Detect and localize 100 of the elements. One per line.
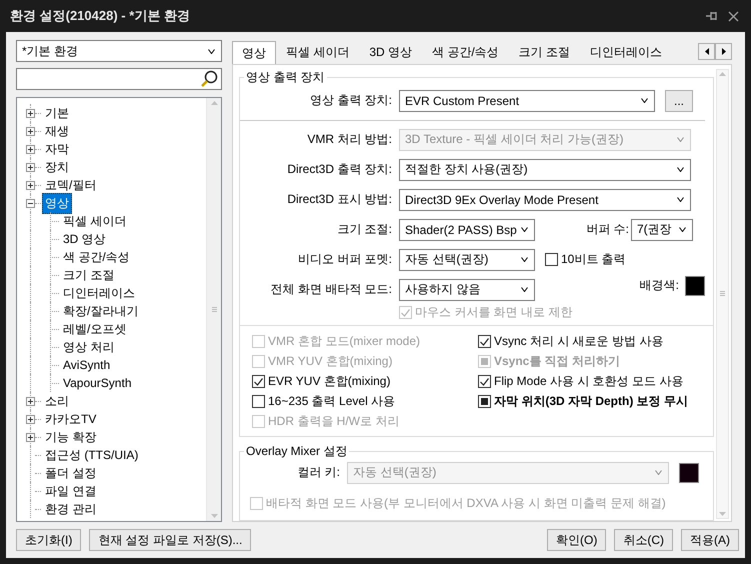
chevron-down-icon [677,197,684,202]
dropdown[interactable]: 적절한 장치 사용(권장) [399,158,691,181]
tree-item[interactable]: 3D 영상 [60,228,109,250]
tree-item[interactable]: 소리 [42,390,72,412]
expand-icon[interactable] [26,180,35,190]
checkbox-label: Flip Mode 사용 시 호환성 모드 사용 [494,373,684,390]
collapse-icon[interactable] [26,198,35,208]
more-button[interactable]: ... [665,90,693,112]
pin-icon[interactable] [706,11,718,21]
dropdown[interactable]: Shader(2 PASS) Bsp [399,218,535,241]
checkbox[interactable] [478,395,491,408]
chevron-down-icon [208,48,215,54]
dropdown[interactable]: 자동 선택(권장) [399,248,535,271]
checkbox-label: 자막 위치(3D 자막 Depth) 보정 무시 [494,393,688,410]
dialog-button[interactable]: 초기화(I) [16,529,82,551]
close-icon[interactable] [728,10,739,22]
chevron-down-icon [677,167,684,172]
checkbox-label: VMR YUV 혼합(mixing) [268,353,392,370]
tree-item[interactable]: 환경 관리 [42,498,100,520]
tree-item[interactable]: 영상 [42,192,72,214]
tree-item[interactable]: VapourSynth [60,374,134,392]
tree-item[interactable]: 기능 확장 [42,426,100,448]
tree-item[interactable]: 자막 [42,138,72,160]
tab[interactable]: 디인터레이스 [580,40,672,63]
checkbox-label: 16~235 출력 Level 사용 [268,393,396,410]
expand-icon[interactable] [26,144,35,154]
field-label: Direct3D 출력 장치: [286,161,393,178]
dropdown[interactable]: 7(권장 [631,218,693,241]
tree-item[interactable]: 재생 [42,120,72,142]
color-swatch[interactable] [679,462,699,483]
tree-item[interactable]: 디인터레이스 [60,282,138,304]
checkbox-label: 10비트 출력 [561,251,626,268]
tree-item[interactable]: 폴더 설정 [42,462,100,484]
tree-item[interactable]: 코덱/필터 [42,174,100,196]
tree-item[interactable]: 장치 [42,156,72,178]
expand-icon[interactable] [26,414,35,424]
chevron-down-icon [521,227,528,232]
tab[interactable]: 픽셀 세이더 [276,40,360,63]
expand-icon[interactable] [26,108,35,118]
expand-icon[interactable] [26,126,35,136]
tab[interactable]: 크기 조절 [508,40,580,63]
tree-item[interactable]: 카카오TV [42,408,100,430]
field-label: 크기 조절: [336,221,393,238]
expand-icon[interactable] [26,162,35,172]
window-title: 환경 설정(210428) - *기본 환경 [9,7,191,25]
right-triangle-icon [722,48,726,56]
group-title: Overlay Mixer 설정 [245,442,348,460]
checkbox-label: Vsync를 직접 처리하기 [494,353,620,370]
dropdown[interactable]: *기본 환경 [16,40,222,62]
chevron-down-icon [677,137,684,142]
color-swatch[interactable] [685,276,705,296]
tree-item[interactable]: 레벨/오프셋 [60,318,130,340]
checkbox-label: HDR 출력을 H/W로 처리 [268,413,400,430]
chevron-down-icon [641,98,648,104]
field-label: 전체 화면 배타적 모드: [270,281,393,298]
dialog-button[interactable]: 적용(A) [681,529,739,551]
tab[interactable]: 색 공간/속성 [422,40,509,63]
dialog-button[interactable]: 현재 설정 파일로 저장(S)... [89,529,252,551]
checkbox-label: EVR YUV 혼합(mixing) [268,373,390,390]
search-icon [200,70,218,88]
field-label: Direct3D 표시 방법: [286,191,393,208]
dialog-button[interactable]: 확인(O) [547,529,606,551]
scroll-right-button[interactable] [715,43,732,60]
checkbox-label: 마우스 커서를 화면 내로 제한 [415,304,572,322]
chevron-down-icon [521,287,528,292]
tree-item[interactable]: 파일 연결 [42,480,100,502]
tree-item[interactable]: 기본 [42,102,72,124]
tree-item[interactable]: 픽셀 세이더 [60,210,130,232]
tree-item[interactable]: 색 공간/속성 [60,246,133,268]
dialog-button[interactable]: 취소(C) [614,529,673,551]
scroll-left-button[interactable] [698,43,715,60]
dropdown[interactable]: Direct3D 9Ex Overlay Mode Present [399,188,691,211]
tree-item[interactable]: 크기 조절 [60,264,118,286]
checkbox-label: 배타적 화면 모드 사용(부 모니터에서 DXVA 사용 시 화면 미출력 문제 해결) [266,495,666,512]
field-label: VMR 처리 방법: [306,131,393,148]
dropdown[interactable]: 사용하지 않음 [399,278,535,301]
checkbox[interactable] [478,335,491,348]
chevron-down-icon [655,470,662,476]
checkbox[interactable] [545,253,558,266]
search-field[interactable] [16,68,222,90]
field-label: 배경색: [640,277,679,294]
dropdown[interactable]: EVR Custom Present [399,90,655,112]
checkbox-label: VMR 혼합 모드(mixer mode) [268,333,420,350]
chevron-down-icon [679,227,686,232]
checkbox[interactable] [252,395,265,408]
tree-item[interactable]: 확장/잘라내기 [60,300,142,322]
tree-item[interactable]: AviSynth [60,356,114,374]
field-label: 버퍼 수: [585,221,630,238]
tab[interactable]: 영상 [232,40,276,64]
group-title: 영상 출력 장치 [245,68,326,86]
grip-icon [720,291,725,296]
tab[interactable]: 3D 영상 [359,40,422,63]
checkbox[interactable] [252,375,265,388]
expand-icon[interactable] [26,432,35,442]
checkbox[interactable] [478,375,491,388]
expand-icon[interactable] [26,396,35,406]
grip-icon [212,307,216,312]
tree-item[interactable]: 영상 처리 [60,336,118,358]
left-triangle-icon [704,48,708,56]
tree-item[interactable]: 접근성 (TTS/UIA) [42,444,142,466]
